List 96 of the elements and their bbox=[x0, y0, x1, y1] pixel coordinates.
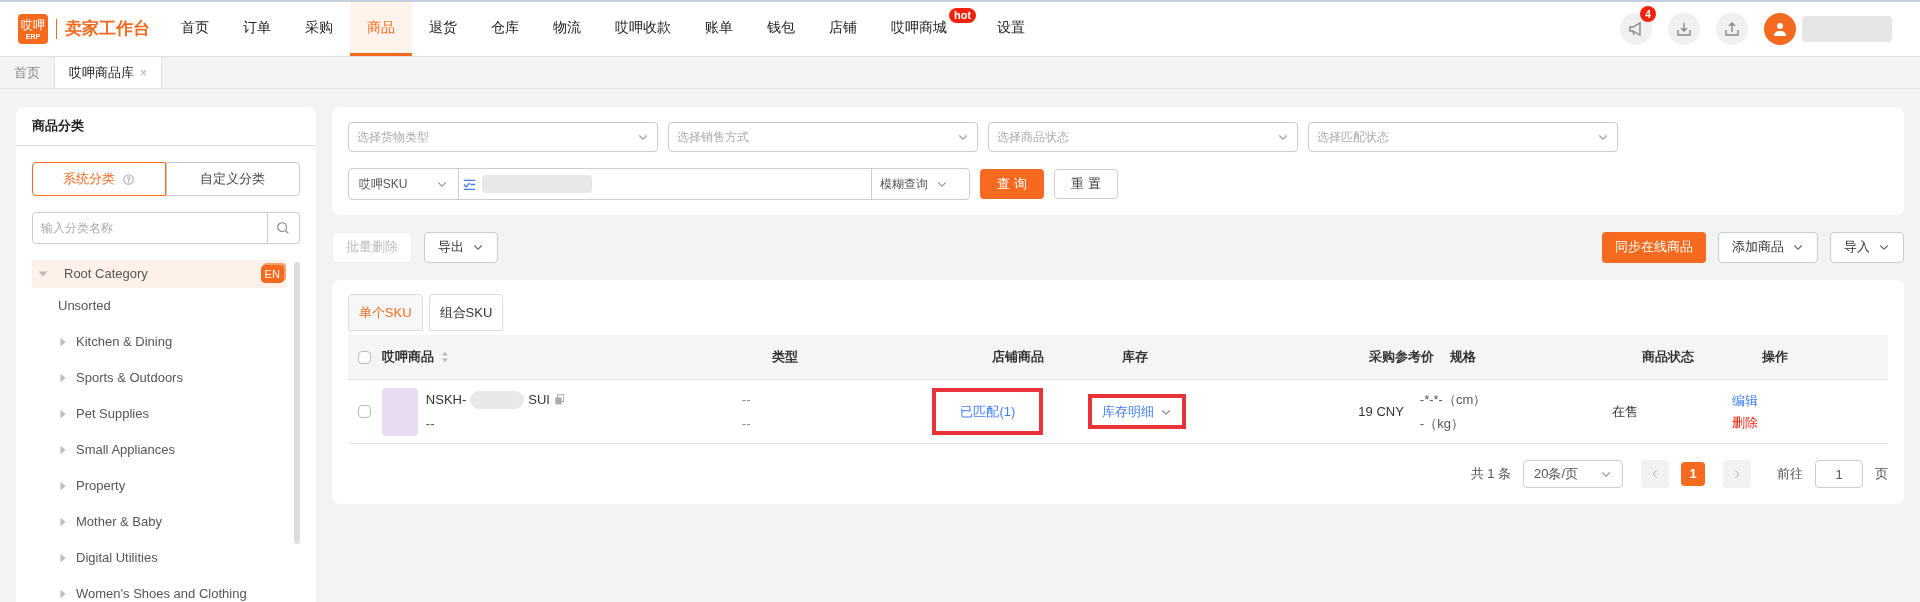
panel-title: 商品分类 bbox=[16, 107, 316, 146]
nav-item[interactable]: 账单 bbox=[688, 2, 750, 56]
nav-item[interactable]: 设置 bbox=[980, 2, 1043, 56]
delete-link[interactable]: 删除 bbox=[1731, 412, 1884, 432]
sku-text: NSKH- bbox=[425, 391, 467, 409]
goto-page-field[interactable]: 1 bbox=[1815, 460, 1863, 488]
nav-item[interactable]: 哎呷收款 bbox=[598, 2, 688, 56]
nav-item[interactable]: 钱包 bbox=[750, 2, 812, 56]
edit-link[interactable]: 编辑 bbox=[1731, 391, 1884, 411]
column-header: 规格 bbox=[1449, 348, 1476, 367]
goto-label: 前往 bbox=[1777, 465, 1803, 484]
upload-button[interactable] bbox=[1716, 13, 1748, 45]
sku-text: SUI bbox=[528, 391, 550, 409]
caret-right-icon bbox=[58, 517, 68, 527]
tree-item[interactable]: Unsorted bbox=[32, 288, 292, 324]
tree-item-label: Property bbox=[76, 477, 126, 496]
nav-item[interactable]: 首页 bbox=[164, 2, 226, 56]
category-mode-tab[interactable]: 自定义分类 bbox=[165, 162, 300, 196]
matched-link[interactable]: 已匹配(1) bbox=[960, 403, 1016, 419]
tree-item[interactable]: Pet Supplies bbox=[32, 396, 292, 432]
tree-item-label: Small Appliances bbox=[76, 441, 175, 460]
sort-icon bbox=[439, 351, 450, 363]
tree-item-label: Pet Supplies bbox=[76, 405, 149, 424]
nav-item[interactable]: 物流 bbox=[536, 2, 598, 56]
caret-right-icon bbox=[58, 445, 68, 455]
tree-item[interactable]: Kitchen & Dining bbox=[32, 324, 292, 360]
tree-item-label: Root Category bbox=[64, 265, 148, 284]
caret-right-icon bbox=[58, 337, 68, 347]
nav-item[interactable]: 仓库 bbox=[474, 2, 536, 56]
category-search-field[interactable]: 输入分类名称 bbox=[32, 212, 268, 244]
checkbox[interactable] bbox=[357, 405, 371, 418]
column-header: 操作 bbox=[1761, 348, 1788, 367]
column-header: 店铺商品 bbox=[991, 348, 1044, 367]
notification-count: 4 bbox=[1640, 6, 1656, 22]
nav-item[interactable]: 店铺 bbox=[812, 2, 874, 56]
previous-page-icon bbox=[1650, 469, 1660, 479]
table-cell-text: -*-*-（cm） bbox=[1419, 391, 1488, 409]
nav-item[interactable]: 订单 bbox=[226, 2, 288, 56]
tree-item[interactable]: Root Category EN bbox=[32, 260, 286, 288]
megaphone-icon bbox=[1628, 21, 1644, 37]
tree-item-label: Women's Shoes and Clothing bbox=[76, 585, 247, 602]
toolbar-button[interactable]: 导出 bbox=[423, 231, 498, 263]
caret-right-icon bbox=[58, 589, 68, 599]
table-cell: 在售 bbox=[1611, 403, 1638, 419]
tree-item[interactable]: Women's Shoes and Clothing bbox=[32, 576, 292, 602]
caret-right-icon bbox=[58, 409, 68, 419]
avatar[interactable] bbox=[1764, 13, 1796, 45]
total-count: 共 1 条 bbox=[1470, 465, 1511, 484]
tree-item[interactable]: Digital Utilities bbox=[32, 540, 292, 576]
table-cell-text: -（kg） bbox=[1419, 414, 1465, 433]
nav-item[interactable]: 采购 bbox=[288, 2, 350, 56]
copy-icon bbox=[553, 394, 565, 406]
photo-placeholder bbox=[381, 387, 418, 436]
column-header: 采购参考价 bbox=[1368, 348, 1434, 367]
search-button[interactable] bbox=[267, 212, 300, 244]
caret-down-icon bbox=[38, 269, 48, 279]
tree-item-label: Unsorted bbox=[58, 297, 111, 316]
download-icon bbox=[1676, 21, 1692, 37]
column-header[interactable]: 哎呷商品 bbox=[381, 347, 450, 367]
caret-right-icon bbox=[58, 553, 68, 563]
stock-detail-dropdown[interactable]: 库存明细 bbox=[1101, 401, 1172, 422]
table-cell-text: -- bbox=[425, 414, 436, 433]
tree-item[interactable]: Property bbox=[32, 468, 292, 504]
search-icon bbox=[276, 221, 291, 235]
column-header: 库存 bbox=[1121, 348, 1148, 367]
table-cell: 19 CNY bbox=[1358, 403, 1404, 419]
upload-icon bbox=[1724, 21, 1740, 37]
user-icon bbox=[1772, 21, 1788, 37]
tree-item-label: Kitchen & Dining bbox=[76, 333, 173, 352]
table-cell-text: -- bbox=[741, 414, 752, 433]
reset-button[interactable]: 重 置 bbox=[1053, 169, 1118, 199]
tree-item-label: Sports & Outdoors bbox=[76, 369, 183, 388]
caret-right-icon bbox=[58, 373, 68, 383]
column-header: 类型 bbox=[771, 348, 798, 367]
nav-item[interactable]: 退货 bbox=[412, 2, 474, 56]
checkbox[interactable] bbox=[357, 350, 371, 364]
page-tab[interactable]: 哎呷商品库 × bbox=[55, 57, 162, 88]
tree-item[interactable]: Mother & Baby bbox=[32, 504, 292, 540]
tree-item-label: Digital Utilities bbox=[76, 549, 158, 568]
toolbar-button[interactable]: 导入 bbox=[1830, 231, 1904, 263]
tree-item[interactable]: Small Appliances bbox=[32, 432, 292, 468]
sku-tab[interactable]: 组合SKU bbox=[428, 294, 504, 331]
caret-right-icon bbox=[58, 481, 68, 491]
app-title: 卖家工作台 bbox=[65, 18, 150, 41]
nav-item[interactable]: 哎呷商城 bbox=[874, 2, 949, 56]
hot-badge: hot bbox=[949, 8, 977, 23]
column-header: 商品状态 bbox=[1641, 348, 1694, 367]
help-icon bbox=[123, 173, 135, 185]
tree-item[interactable]: Sports & Outdoors bbox=[32, 360, 292, 396]
toolbar-button[interactable]: 添加商品 bbox=[1718, 231, 1818, 263]
table-cell-text: -- bbox=[741, 391, 752, 409]
tree-item-label: Mother & Baby bbox=[76, 513, 162, 532]
page-size-select[interactable]: 20条/页 bbox=[1523, 460, 1623, 488]
download-button[interactable] bbox=[1668, 13, 1700, 45]
next-page-icon bbox=[1732, 469, 1742, 479]
goto-unit: 页 bbox=[1875, 465, 1888, 484]
